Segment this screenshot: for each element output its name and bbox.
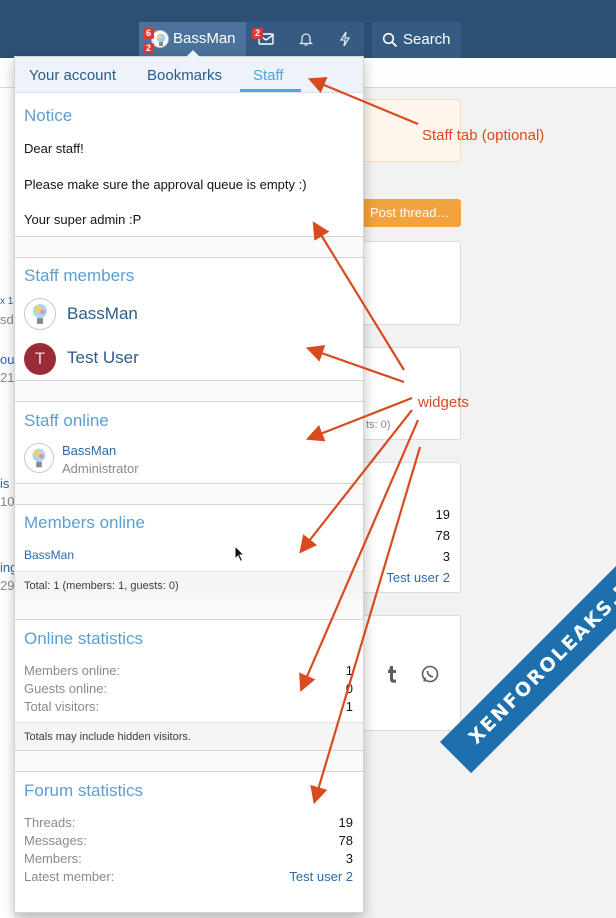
widgets-annotation: widgets [418,394,469,411]
staff-tab-annotation: Staff tab (optional) [422,127,545,144]
